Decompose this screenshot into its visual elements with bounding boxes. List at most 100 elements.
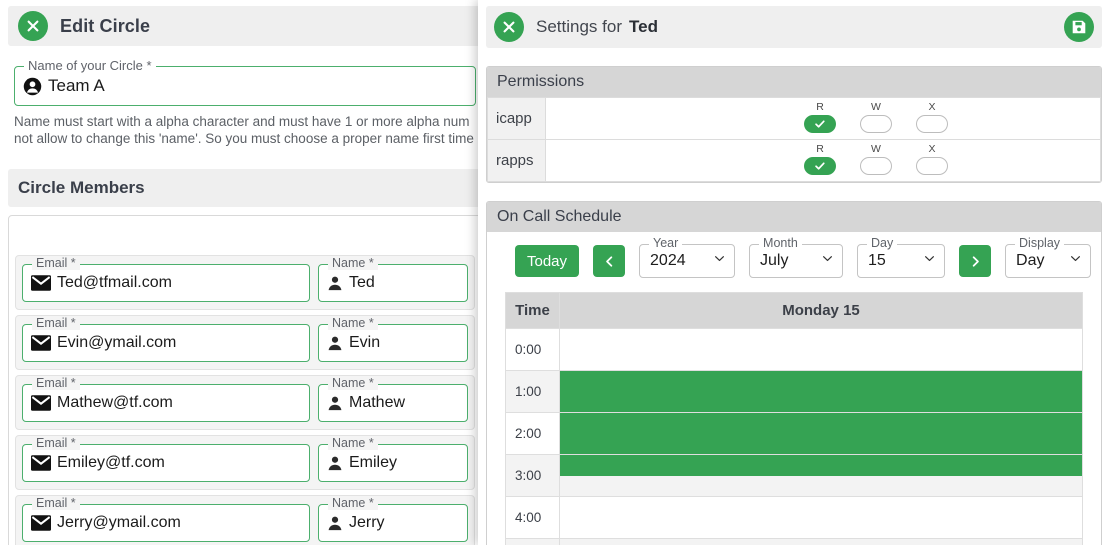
- permission-checkbox-w[interactable]: [860, 157, 892, 175]
- helper-line-2: not allow to change this 'name'. So you …: [14, 131, 474, 146]
- circle-members-title: Circle Members: [18, 178, 145, 197]
- edit-circle-panel: Edit Circle Name of your Circle * Team A…: [0, 0, 490, 545]
- member-name-label: Name *: [328, 377, 378, 390]
- permission-r-group: R: [804, 143, 836, 175]
- permissions-header: Permissions: [487, 67, 1101, 97]
- person-icon: [327, 455, 343, 471]
- envelope-icon: [31, 335, 51, 351]
- permissions-block: Permissions icapp R W Xrapps R W X: [486, 66, 1102, 183]
- schedule-table-wrap: Time Monday 15 0:001:002:003:004:005:00: [487, 292, 1101, 545]
- schedule-slot-cell[interactable]: [559, 370, 1083, 413]
- month-select[interactable]: Month July: [749, 237, 844, 278]
- chevron-down-icon: [1069, 252, 1082, 270]
- permission-checkbox-w[interactable]: [860, 115, 892, 133]
- circle-name-field[interactable]: Name of your Circle * Team A: [14, 59, 476, 106]
- schedule-slot-cell[interactable]: [559, 412, 1083, 455]
- schedule-slot-cell[interactable]: [559, 328, 1083, 371]
- day-select[interactable]: Day 15: [857, 237, 946, 278]
- chevron-right-icon[interactable]: [959, 245, 992, 277]
- permissions-table-body: icapp R W Xrapps R W X: [487, 97, 1101, 182]
- member-row: Email * Evin@ymail.com Name * Evin: [15, 315, 475, 370]
- envelope-icon: [31, 515, 51, 531]
- permission-checkbox-r[interactable]: [804, 157, 836, 175]
- member-name-value: Emiley: [349, 454, 398, 471]
- member-name-field[interactable]: Name * Mathew: [318, 377, 468, 422]
- permission-row: icapp R W X: [487, 97, 1101, 140]
- member-email-field[interactable]: Email * Jerry@ymail.com: [22, 497, 310, 542]
- member-name-value: Ted: [349, 274, 375, 291]
- schedule-row: 5:00: [505, 538, 1083, 545]
- permission-column-label: W: [871, 101, 881, 113]
- permission-x-group: X: [916, 101, 948, 133]
- member-name-field[interactable]: Name * Evin: [318, 317, 468, 362]
- permission-checkbox-r[interactable]: [804, 115, 836, 133]
- permission-column-label: R: [816, 101, 824, 113]
- member-name-field[interactable]: Name * Emiley: [318, 437, 468, 482]
- chevron-left-icon[interactable]: [593, 245, 626, 277]
- permission-row: rapps R W X: [487, 139, 1101, 182]
- schedule-row: 3:00: [505, 454, 1083, 497]
- schedule-time-label: 5:00: [505, 538, 560, 545]
- permission-app-name: icapp: [487, 97, 546, 140]
- save-floppy-icon[interactable]: [1064, 12, 1094, 42]
- settings-header: Settings for Ted: [486, 6, 1102, 48]
- close-x-icon[interactable]: [494, 12, 524, 42]
- settings-title-prefix: Settings for: [536, 17, 622, 36]
- circle-name-value: Team A: [48, 76, 105, 95]
- schedule-header: On Call Schedule: [487, 202, 1101, 232]
- permissions-table: icapp R W Xrapps R W X: [487, 97, 1101, 182]
- schedule-time-label: 4:00: [505, 496, 560, 539]
- circle-name-helper: Name must start with a alpha character a…: [14, 113, 476, 147]
- member-email-label: Email *: [32, 257, 80, 270]
- members-toolbar: [9, 216, 481, 250]
- permission-checkbox-x[interactable]: [916, 157, 948, 175]
- chevron-down-icon: [923, 252, 936, 270]
- display-select[interactable]: Display Day: [1005, 237, 1092, 278]
- member-name-field[interactable]: Name * Jerry: [318, 497, 468, 542]
- display-label: Display: [1015, 237, 1065, 250]
- member-email-field[interactable]: Email * Ted@tfmail.com: [22, 257, 310, 302]
- member-email-label: Email *: [32, 437, 80, 450]
- member-email-label: Email *: [32, 497, 80, 510]
- member-email-value: Ted@tfmail.com: [57, 274, 172, 291]
- schedule-row: 4:00: [505, 496, 1083, 539]
- display-value: Day: [1016, 252, 1045, 269]
- member-row: Email * Emiley@tf.com Name * Emiley: [15, 435, 475, 490]
- member-email-label: Email *: [32, 317, 80, 330]
- schedule-header-row: Time Monday 15: [505, 292, 1083, 329]
- permission-checkbox-x[interactable]: [916, 115, 948, 133]
- schedule-row: 0:00: [505, 328, 1083, 371]
- member-name-value: Mathew: [349, 394, 406, 411]
- year-label: Year: [649, 237, 683, 250]
- app-root: Edit Circle Name of your Circle * Team A…: [0, 0, 1110, 545]
- member-name-field[interactable]: Name * Ted: [318, 257, 468, 302]
- on-call-block: [560, 455, 1082, 476]
- member-name-label: Name *: [328, 437, 378, 450]
- permission-checkbox-cell: RWX: [545, 97, 1101, 140]
- member-name-label: Name *: [328, 497, 378, 510]
- person-icon: [327, 275, 343, 291]
- member-email-field[interactable]: Email * Emiley@tf.com: [22, 437, 310, 482]
- schedule-slot-cell[interactable]: [559, 496, 1083, 539]
- permission-r-group: R: [804, 101, 836, 133]
- schedule-slot-cell[interactable]: [559, 538, 1083, 545]
- member-email-field[interactable]: Email * Mathew@tf.com: [22, 377, 310, 422]
- month-value: July: [760, 252, 789, 269]
- helper-line-1: Name must start with a alpha character a…: [14, 114, 470, 129]
- year-select[interactable]: Year 2024: [639, 237, 736, 278]
- month-label: Month: [759, 237, 802, 250]
- member-name-value: Evin: [349, 334, 381, 351]
- member-email-value: Evin@ymail.com: [57, 334, 177, 351]
- today-button[interactable]: Today: [515, 245, 580, 277]
- envelope-icon: [31, 455, 51, 471]
- person-icon: [327, 515, 343, 531]
- member-email-value: Emiley@tf.com: [57, 454, 165, 471]
- settings-user-name: Ted: [629, 17, 658, 36]
- close-x-icon[interactable]: [18, 11, 48, 41]
- envelope-icon: [31, 395, 51, 411]
- member-row: Email * Jerry@ymail.com Name * Jerry: [15, 495, 475, 545]
- schedule-slot-cell[interactable]: [559, 454, 1083, 497]
- chevron-down-icon: [713, 252, 726, 270]
- chevron-down-icon: [821, 252, 834, 270]
- member-email-field[interactable]: Email * Evin@ymail.com: [22, 317, 310, 362]
